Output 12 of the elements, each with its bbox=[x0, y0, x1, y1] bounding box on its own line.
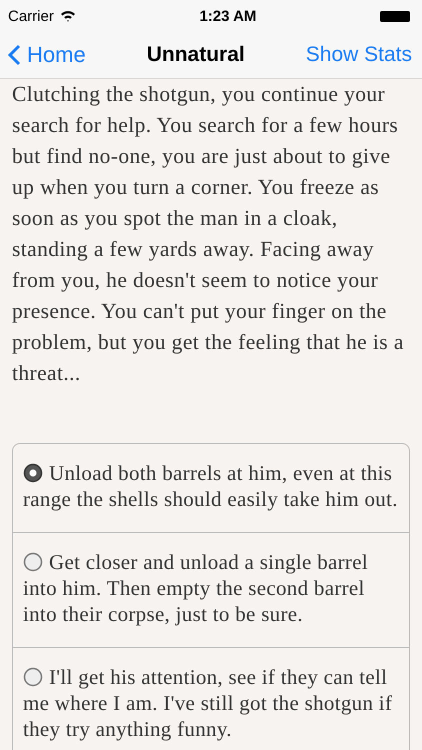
nav-title: Unnatural bbox=[146, 43, 245, 67]
battery-icon bbox=[380, 10, 410, 22]
chevron-left-icon bbox=[8, 44, 21, 66]
story-text: Clutching the shotgun, you continue your search for help. You search for a few hours but find no-one, you are just about to give up when you turn a corner. You freeze as soon as you spot the man in a cloak, standing a few yards away. Facing away from you, he doesn't seem to notice your presence. You can't put your finger on the problem, but you get the feeling that he is a threat... bbox=[11, 81, 405, 387]
back-button[interactable]: Home bbox=[8, 42, 86, 68]
choice-option[interactable]: Get closer and unload a single barrel into him. Then empty the second barrel into their corpse, just to be sure. bbox=[13, 533, 409, 648]
choice-option[interactable]: I'll get his attention, see if they can tell me where I am. I've still got the shotgun if they try anything funny. bbox=[13, 648, 409, 750]
wifi-icon bbox=[60, 10, 76, 22]
carrier-label: Carrier bbox=[8, 8, 54, 24]
clock-time: 1:23 AM bbox=[199, 8, 256, 24]
choice-option[interactable]: Unload both barrels at him, even at this range the shells should easily take him out. bbox=[13, 444, 409, 533]
show-stats-button[interactable]: Show Stats bbox=[306, 43, 412, 67]
